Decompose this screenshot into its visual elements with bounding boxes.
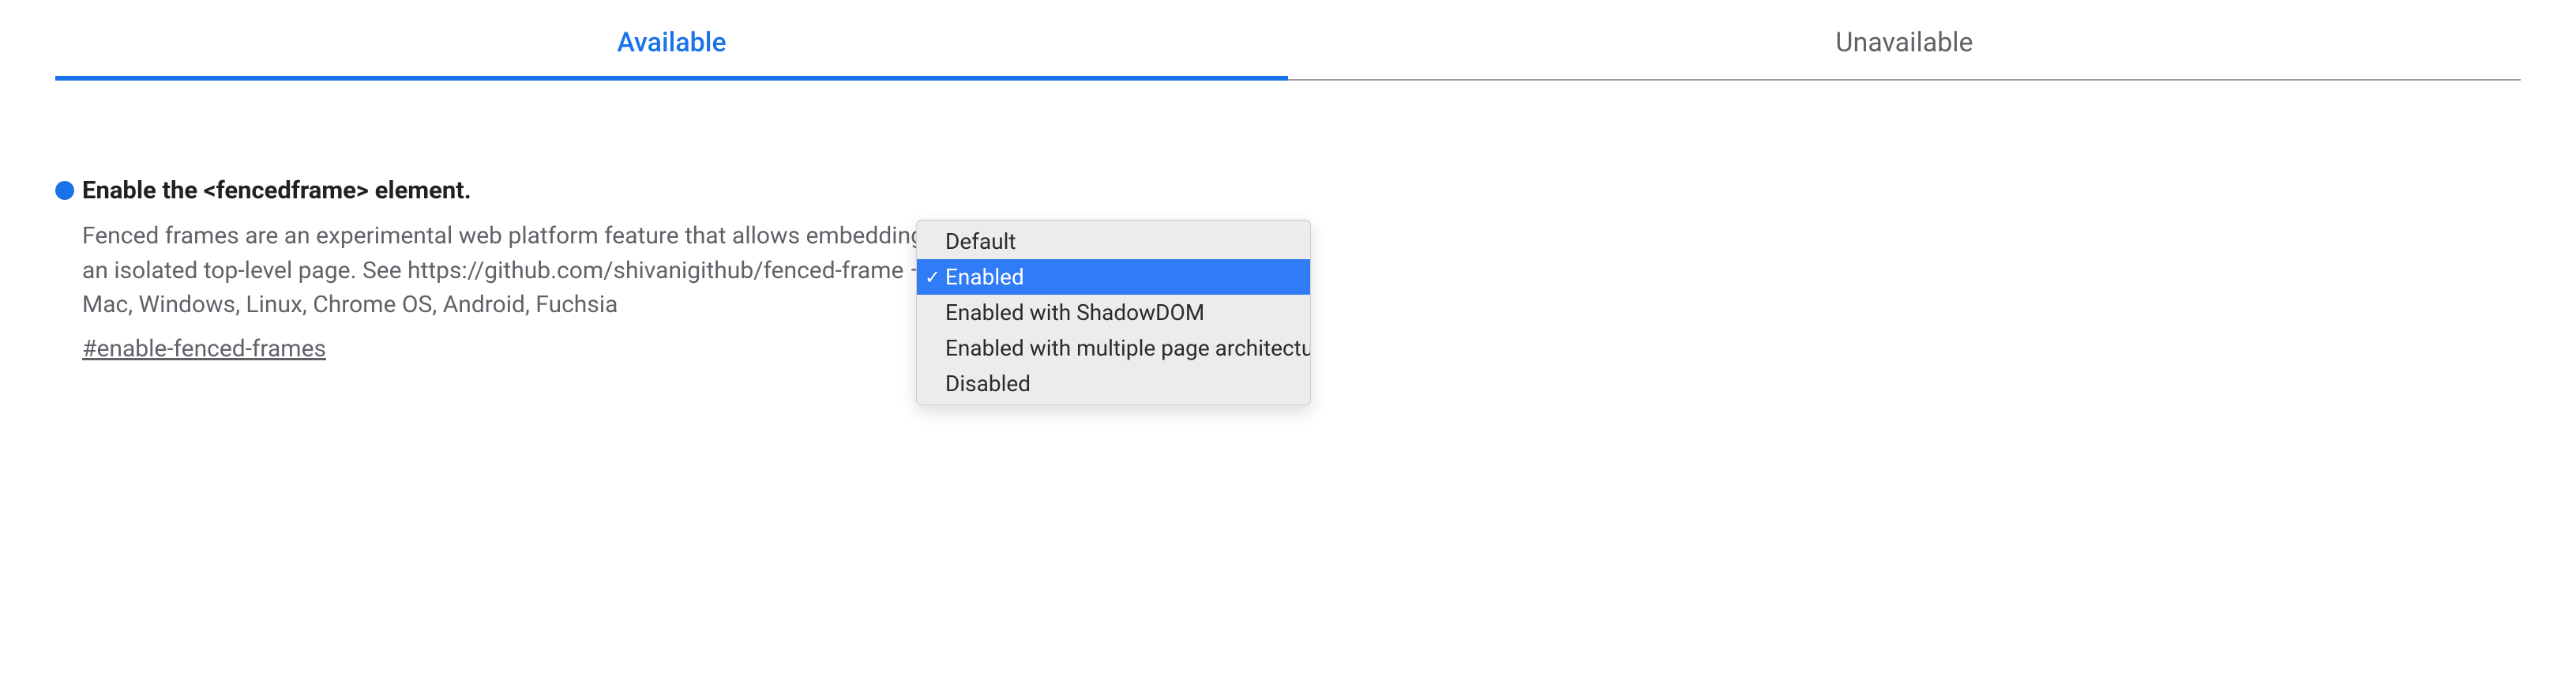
dropdown-option-enabled-shadowdom[interactable]: Enabled with ShadowDOM — [917, 295, 1310, 330]
dropdown-option-enabled[interactable]: Enabled — [917, 259, 1310, 295]
flag-title-row: Enable the <fencedframe> element. — [55, 175, 932, 205]
flag-description: Fenced frames are an experimental web pl… — [82, 219, 932, 322]
flag-dropdown-menu[interactable]: Default Enabled Enabled with ShadowDOM E… — [916, 220, 1311, 405]
dropdown-option-disabled[interactable]: Disabled — [917, 366, 1310, 405]
dropdown-option-default[interactable]: Default — [917, 220, 1310, 259]
tab-available[interactable]: Available — [55, 8, 1288, 81]
tab-bar: Available Unavailable — [55, 8, 2521, 81]
tab-unavailable[interactable]: Unavailable — [1288, 8, 2521, 81]
dropdown-option-enabled-mpa[interactable]: Enabled with multiple page architecture — [917, 330, 1310, 366]
modified-dot-icon — [55, 181, 74, 200]
flag-hash-link[interactable]: #enable-fenced-frames — [82, 335, 326, 363]
flag-text: Enable the <fencedframe> element. Fenced… — [55, 175, 932, 363]
flag-title: Enable the <fencedframe> element. — [82, 175, 471, 205]
